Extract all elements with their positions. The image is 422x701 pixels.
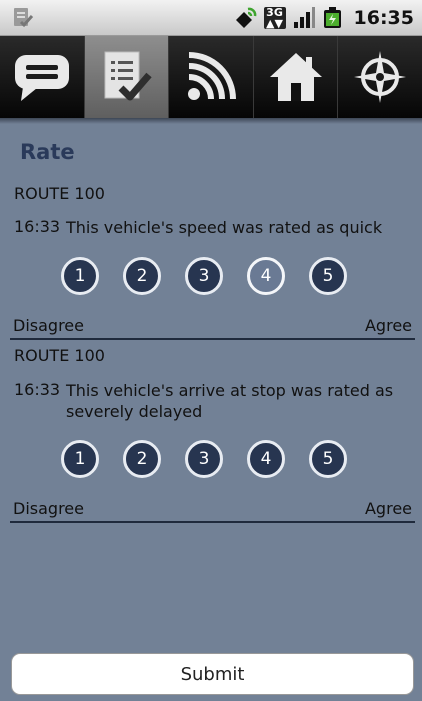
rss-icon <box>187 52 236 100</box>
message-text: This vehicle's arrive at stop was rated … <box>66 381 394 421</box>
divider <box>10 338 415 340</box>
status-bar: 3G ▲▼ 16:35 <box>0 0 422 36</box>
status-icons: 3G ▲▼ 16:35 <box>232 4 414 32</box>
rate-option-3[interactable]: 3 <box>185 440 223 478</box>
compass-icon <box>354 51 407 103</box>
rate-option-4[interactable]: 4 <box>247 257 285 295</box>
scale-agree-label: Agree <box>364 316 412 335</box>
gps-icon <box>235 7 256 28</box>
scale-agree-label: Agree <box>364 499 412 518</box>
rate-option-1[interactable]: 1 <box>61 440 99 478</box>
rating-message: 16:33 This vehicle's speed was rated as … <box>14 217 406 238</box>
tab-navigate[interactable] <box>338 36 422 118</box>
scale-disagree-label: Disagree <box>13 499 84 518</box>
tab-messages[interactable] <box>0 36 85 118</box>
3g-icon: 3G ▲▼ <box>263 7 286 29</box>
rate-option-2[interactable]: 2 <box>123 440 161 478</box>
message-time: 16:33 <box>14 380 61 399</box>
tab-bar-shadow <box>0 118 422 124</box>
route-label: ROUTE 100 <box>14 184 105 203</box>
tab-feeds[interactable] <box>169 36 254 118</box>
rating-options: 1 2 3 4 5 <box>61 440 347 478</box>
home-icon <box>269 53 322 101</box>
checklist-icon <box>104 51 153 101</box>
task-notification-icon <box>14 8 34 28</box>
tab-rate[interactable] <box>84 36 170 118</box>
status-time: 16:35 <box>353 7 414 29</box>
speech-bubble-icon <box>14 55 69 101</box>
signal-icon <box>293 7 315 28</box>
rate-option-1[interactable]: 1 <box>61 257 99 295</box>
message-time: 16:33 <box>14 217 61 236</box>
rating-options: 1 2 3 4 5 <box>61 257 347 295</box>
rate-option-5[interactable]: 5 <box>309 440 347 478</box>
message-text: This vehicle's speed was rated as quick <box>66 218 383 237</box>
submit-button[interactable]: Submit <box>11 653 414 695</box>
rate-option-3[interactable]: 3 <box>185 257 223 295</box>
rate-option-2[interactable]: 2 <box>123 257 161 295</box>
page-title: Rate <box>20 140 75 164</box>
tab-bar <box>0 36 422 118</box>
battery-icon <box>323 7 341 28</box>
route-label: ROUTE 100 <box>14 346 105 365</box>
rate-option-4[interactable]: 4 <box>247 440 285 478</box>
rating-message: 16:33 This vehicle's arrive at stop was … <box>14 380 406 422</box>
tab-home[interactable] <box>254 36 339 118</box>
rate-option-5[interactable]: 5 <box>309 257 347 295</box>
divider <box>10 521 415 523</box>
scale-disagree-label: Disagree <box>13 316 84 335</box>
